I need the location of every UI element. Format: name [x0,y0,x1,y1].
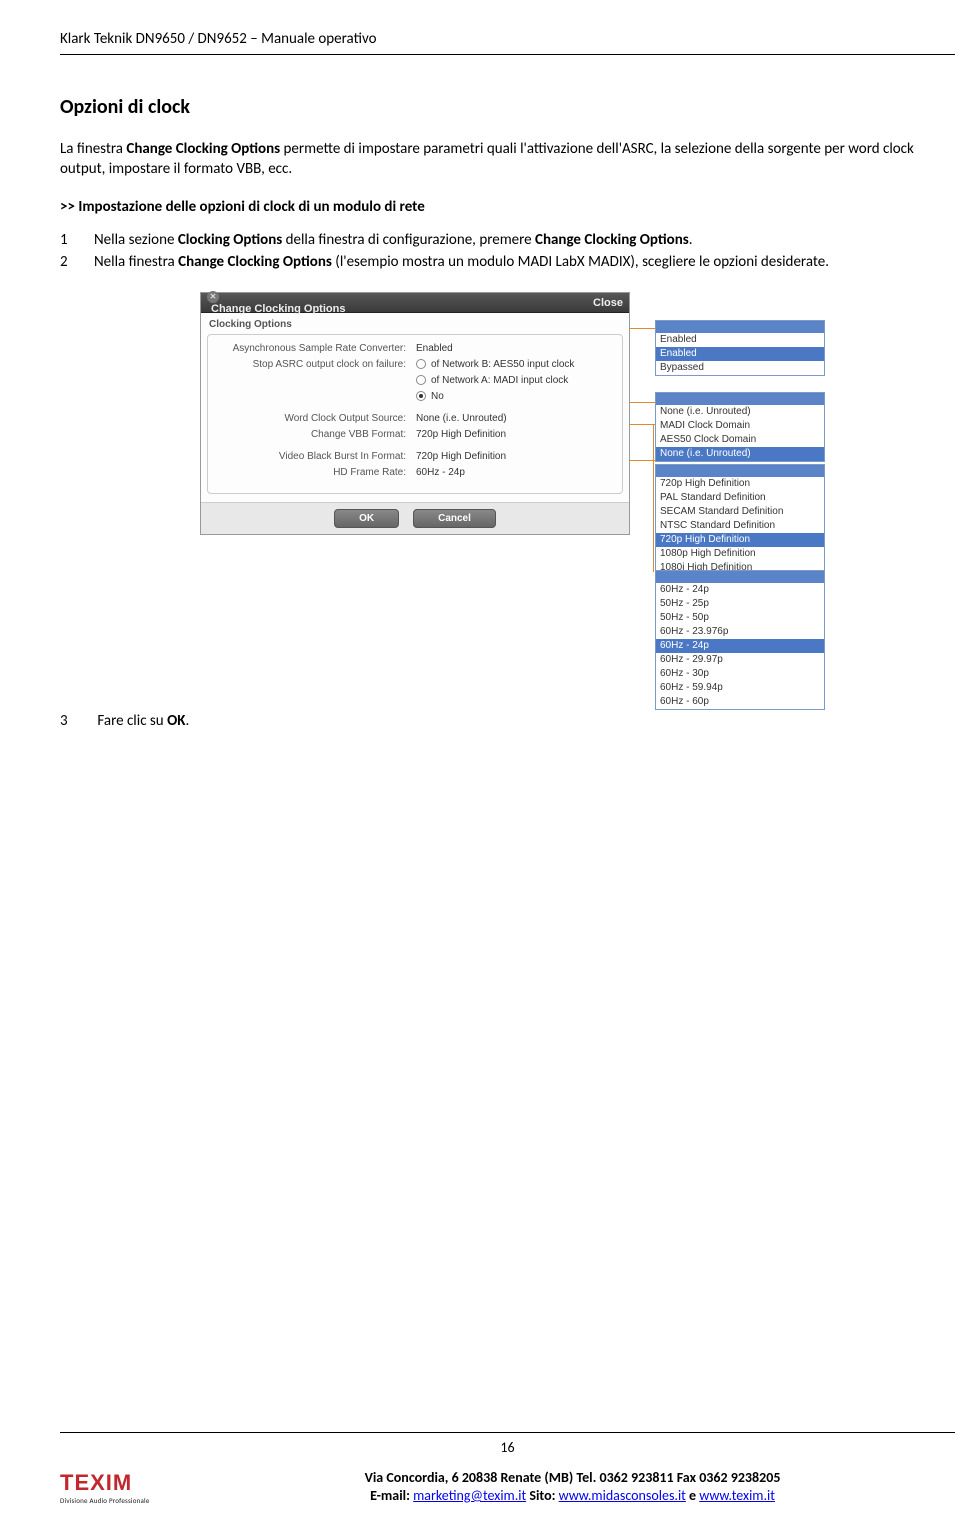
text: Nella sezione [94,231,178,249]
label-asrc: Asynchronous Sample Rate Converter: [216,343,416,354]
value-vbb[interactable]: 720p High Definition [416,429,506,440]
label-stop-asrc: Stop ASRC output clock on failure: [216,359,416,370]
fieldset: Asynchronous Sample Rate Converter: Enab… [207,334,623,494]
dropdown-hdrate[interactable]: 60Hz - 24p50Hz - 25p50Hz - 50p60Hz - 23.… [655,570,825,710]
dropdown-option[interactable]: 720p High Definition [656,533,824,547]
dialog-titlebar[interactable]: ✕ Change Clocking Options Close [201,293,629,313]
radio-label: No [431,391,444,402]
step-1: 1 Nella sezione Clocking Options della f… [60,230,960,250]
label-vbbi: Video Black Burst In Format: [216,451,416,462]
label-hdrate: HD Frame Rate: [216,467,416,478]
footer-text: Via Concordia, 6 20838 Renate (MB) Tel. … [190,1469,955,1505]
dropdown-option[interactable]: 60Hz - 59.94p [656,681,824,695]
dropdown-option[interactable]: Bypassed [656,361,824,375]
close-button[interactable]: Close [593,297,623,309]
value-vbbi: 720p High Definition [416,451,506,462]
value-asrc[interactable]: Enabled [416,343,453,354]
footer-link-midas[interactable]: www.midasconsoles.it [559,1487,686,1504]
label-vbb: Change VBB Format: [216,429,416,440]
page-number: 16 [60,1439,955,1456]
dropdown-option[interactable]: Enabled [656,347,824,361]
label-wcos: Word Clock Output Source: [216,413,416,424]
dialog-title: Change Clocking Options [211,303,345,315]
dropdown-option[interactable]: Enabled [656,333,824,347]
dropdown-option[interactable]: 60Hz - 30p [656,667,824,681]
ok-button[interactable]: OK [334,509,399,528]
dropdown-option[interactable]: NTSC Standard Definition [656,519,824,533]
section-title: Opzioni di clock [60,95,960,119]
dialog-change-clocking-options: ✕ Change Clocking Options Close Clocking… [200,292,630,535]
header-rule [60,54,955,55]
text: . [689,231,693,249]
callout-line [653,460,654,572]
doc-header: Klark Teknik DN9650 / DN9652 – Manuale o… [60,30,960,48]
dropdown-option[interactable]: 50Hz - 25p [656,597,824,611]
dropdown-option[interactable]: 60Hz - 60p [656,695,824,709]
text-bold: OK [167,712,185,730]
subheading: >> Impostazione delle opzioni di clock d… [60,198,960,216]
logo-subtext: Divisione Audio Professionale [60,1496,170,1505]
radio-option-no[interactable]: No [416,391,444,402]
dropdown-option[interactable]: AES50 Clock Domain [656,433,824,447]
text: Fare clic su [97,712,167,730]
dropdown-option[interactable]: 720p High Definition [656,477,824,491]
dropdown-option[interactable]: 60Hz - 23.976p [656,625,824,639]
radio-label: of Network A: MADI input clock [431,375,568,386]
footer-sito-label: Sito: [526,1487,559,1504]
dialog-icon: ✕ [207,291,219,303]
step-2: 2 Nella finestra Change Clocking Options… [60,252,960,272]
text-bold: Clocking Options [178,231,282,249]
text: (l'esempio mostra un modulo MADI LabX MA… [332,253,829,271]
dropdown-vbb[interactable]: 720p High DefinitionPAL Standard Definit… [655,464,825,576]
dropdown-wcos[interactable]: None (i.e. Unrouted)MADI Clock DomainAES… [655,392,825,462]
step-3: 3 Fare clic su OK. [60,712,960,730]
dropdown-option[interactable]: 50Hz - 50p [656,611,824,625]
footer-email-link[interactable]: marketing@texim.it [413,1487,526,1504]
dropdown-option[interactable]: PAL Standard Definition [656,491,824,505]
text: Nella finestra [94,253,178,271]
step-number: 3 [60,712,94,730]
cancel-button[interactable]: Cancel [413,509,496,528]
dropdown-option[interactable]: 60Hz - 24p [656,639,824,653]
footer-address: Via Concordia, 6 20838 Renate (MB) Tel. … [365,1469,781,1486]
text-bold: Change Clocking Options [535,231,689,249]
footer-email-label: E-mail: [370,1487,413,1504]
radio-option-neta[interactable]: of Network A: MADI input clock [416,375,568,386]
value-hdrate[interactable]: 60Hz - 24p [416,467,465,478]
dropdown-option[interactable]: 60Hz - 24p [656,583,824,597]
logo-text: TEXIM [60,1470,170,1496]
step-number: 1 [60,230,94,250]
footer-rule [60,1432,955,1433]
text: e [686,1487,699,1504]
dropdown-option[interactable]: None (i.e. Unrouted) [656,447,824,461]
text: . [185,712,189,730]
footer-link-texim[interactable]: www.texim.it [699,1487,775,1504]
page-footer: 16 TEXIM Divisione Audio Professionale V… [60,1432,955,1508]
dropdown-option[interactable]: MADI Clock Domain [656,419,824,433]
radio-label: of Network B: AES50 input clock [431,359,574,370]
texim-logo: TEXIM Divisione Audio Professionale [60,1466,170,1508]
text-bold: Change Clocking Options [126,140,280,158]
step-number: 2 [60,252,94,272]
steps-list: 1 Nella sezione Clocking Options della f… [60,230,960,273]
dropdown-option[interactable]: None (i.e. Unrouted) [656,405,824,419]
text: della finestra di configurazione, premer… [282,231,535,249]
intro-paragraph: La finestra Change Clocking Options perm… [60,139,960,180]
radio-option-netb[interactable]: of Network B: AES50 input clock [416,359,574,370]
embedded-screenshot: ✕ Change Clocking Options Close Clocking… [200,292,900,692]
dropdown-option[interactable]: 1080p High Definition [656,547,824,561]
text-bold: Change Clocking Options [178,253,332,271]
value-wcos[interactable]: None (i.e. Unrouted) [416,413,507,424]
text: La finestra [60,140,126,158]
dropdown-option[interactable]: 60Hz - 29.97p [656,653,824,667]
dropdown-option[interactable]: SECAM Standard Definition [656,505,824,519]
button-row: OK Cancel [201,502,629,534]
section-label: Clocking Options [201,313,629,332]
dropdown-asrc[interactable]: EnabledEnabledBypassed [655,320,825,376]
